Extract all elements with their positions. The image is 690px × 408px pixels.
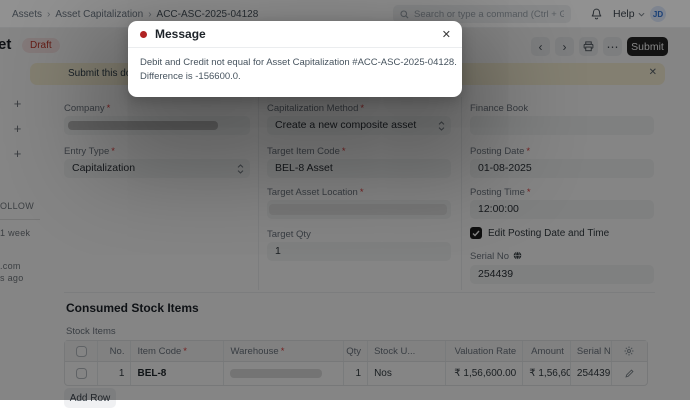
message-text: Difference is -156600.0. xyxy=(140,71,241,82)
message-text: Debit and Credit not equal for Asset Cap… xyxy=(140,57,457,68)
close-icon[interactable]: ✕ xyxy=(442,28,451,41)
error-indicator-dot xyxy=(140,30,147,38)
dialog-title: Message xyxy=(155,27,206,41)
dialog-header: Message ✕ xyxy=(128,21,462,48)
message-dialog: Message ✕ Debit and Credit not equal for… xyxy=(128,21,462,97)
dialog-body: Debit and Credit not equal for Asset Cap… xyxy=(128,48,462,84)
